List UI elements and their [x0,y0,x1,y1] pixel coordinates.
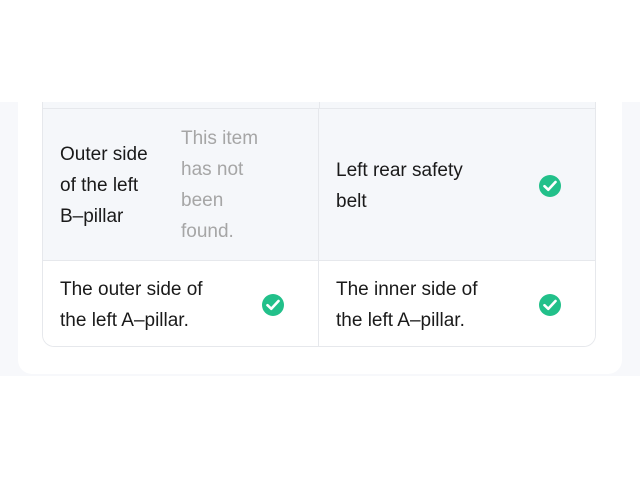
check-circle-icon [539,175,561,197]
item-label-line: the left A–pillar. [336,310,465,331]
table-row: Outer side of the left B–pillar This ite… [43,108,595,260]
status-line: has not [181,159,244,180]
item-label-line: belt [336,191,367,212]
inspection-table: Outer side of the left B–pillar This ite… [42,102,596,347]
inspection-item-left-a-pillar-outer[interactable]: The outer side of the left A–pillar. [43,261,319,346]
item-label: The outer side of the left A–pillar. [60,274,203,336]
status-line: This item [181,128,259,149]
table-row: The outer side of the left A–pillar. The… [43,260,595,346]
status-line: been [181,190,224,211]
inspection-item-left-a-pillar-inner[interactable]: The inner side of the left A–pillar. [319,261,595,346]
item-label: The inner side of the left A–pillar. [336,274,478,336]
inspection-item-left-b-pillar-outer[interactable]: Outer side of the left B–pillar This ite… [43,109,319,260]
item-label: Outer side of the left B–pillar [60,139,148,232]
inspection-item-left-rear-safety-belt[interactable]: Left rear safety belt [319,109,595,260]
item-label-line: of the left [60,175,139,196]
check-circle-icon [262,294,284,316]
status-line: found. [181,221,234,242]
item-label-line: The outer side of [60,279,203,300]
not-found-status: This item has not been found. [181,123,258,247]
item-label-line: the left A–pillar. [60,310,189,331]
item-label-line: Left rear safety [336,160,463,181]
item-label-line: The inner side of [336,279,478,300]
item-label-line: B–pillar [60,206,124,227]
item-label: Left rear safety belt [336,155,463,217]
check-circle-icon [539,294,561,316]
item-label-line: Outer side [60,144,148,165]
